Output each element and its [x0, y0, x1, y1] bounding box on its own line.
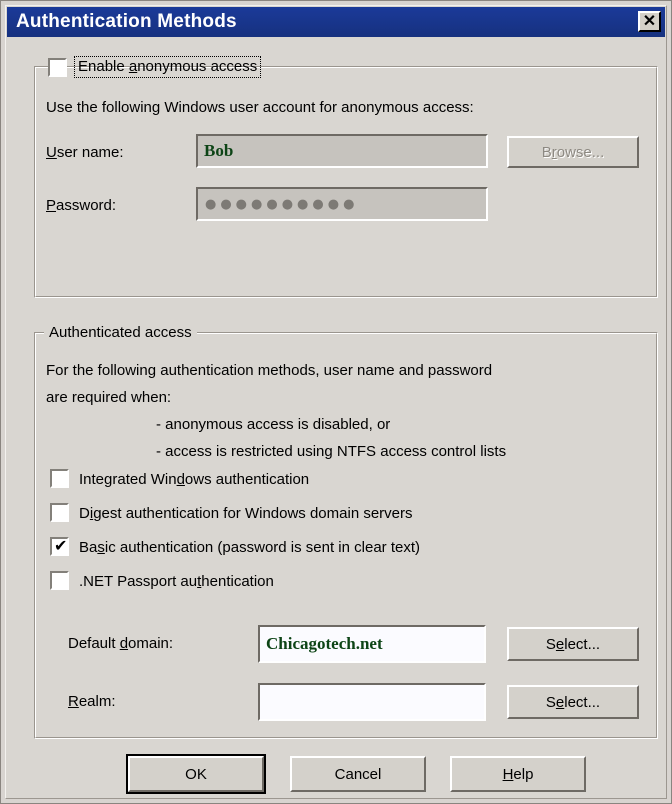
- user-name-value: Bob: [204, 141, 234, 160]
- help-label-accel: H: [502, 765, 514, 783]
- label-part-post: hentication: [201, 573, 274, 590]
- select-realm-button[interactable]: Se lect...: [507, 685, 639, 719]
- basic-authentication-checkbox[interactable]: ✔: [50, 536, 69, 556]
- password-field[interactable]: ●●●●●●●●●●: [196, 187, 488, 221]
- cancel-label: Cancel: [334, 765, 382, 783]
- label-part-post: gest authentication for Windows domain s…: [93, 505, 413, 522]
- label-accel-char: d: [119, 635, 129, 652]
- authenticated-intro-line-2: are required when:: [46, 389, 172, 406]
- checkmark-icon: ✔: [54, 536, 68, 555]
- select-label-pre: S: [545, 693, 556, 711]
- integrated-windows-authentication-checkbox[interactable]: [50, 469, 69, 488]
- realm-label: Realm:: [68, 694, 116, 709]
- authenticated-access-legend: Authenticated access: [44, 325, 197, 340]
- label-part-post: omain:: [128, 635, 174, 652]
- realm-field[interactable]: [258, 683, 486, 721]
- user-name-field[interactable]: Bob: [196, 134, 488, 168]
- ok-button[interactable]: OK: [126, 754, 266, 794]
- enable-anonymous-access-checkbox[interactable]: [48, 58, 67, 77]
- help-label-post: elp: [513, 765, 534, 783]
- label-accel-char: s: [97, 539, 105, 556]
- select-label-accel: e: [555, 635, 565, 653]
- select-label-accel: e: [555, 693, 565, 711]
- default-domain-label: Default domain:: [68, 636, 173, 651]
- label-accel-char: d: [176, 471, 185, 488]
- user-name-label: User name:: [46, 144, 124, 161]
- label-part-pre: Integrated Win: [79, 471, 177, 488]
- label-part-pre: Enable: [78, 58, 129, 75]
- browse-label-post: owse...: [556, 143, 605, 161]
- basic-authentication-label[interactable]: Basic authentication (password is sent i…: [79, 540, 420, 555]
- select-label-post: lect...: [564, 693, 601, 711]
- default-domain-value: Chicagotech.net: [266, 634, 383, 653]
- label-part-post: ealm:: [78, 693, 116, 710]
- window-title: Authentication Methods: [16, 11, 237, 32]
- dialog-client-area: Authentication Methods ✕ Enable anonymou…: [5, 5, 667, 799]
- authenticated-bullet-2: - access is restricted using NTFS access…: [156, 443, 507, 460]
- help-button[interactable]: Help: [450, 756, 586, 792]
- title-bar[interactable]: Authentication Methods ✕: [7, 7, 665, 37]
- browse-button[interactable]: Br owse...: [507, 136, 639, 168]
- enable-anonymous-access-label[interactable]: Enable anonymous access: [74, 56, 262, 78]
- label-part-pre: .NET Passport au: [79, 573, 198, 590]
- digest-authentication-label[interactable]: Digest authentication for Windows domain…: [79, 506, 413, 521]
- label-part-post: nonymous access: [137, 58, 258, 75]
- select-default-domain-button[interactable]: Se lect...: [507, 627, 639, 661]
- label-part-post: ows authentication: [184, 471, 310, 488]
- authenticated-bullet-1: - anonymous access is disabled, or: [156, 416, 391, 433]
- cancel-button[interactable]: Cancel: [290, 756, 426, 792]
- label-part-pre: Default: [68, 635, 120, 652]
- authentication-methods-dialog: Authentication Methods ✕ Enable anonymou…: [0, 0, 672, 804]
- close-icon: ✕: [642, 12, 657, 30]
- integrated-windows-authentication-label[interactable]: Integrated Windows authentication: [79, 472, 309, 487]
- label-part-pre: Ba: [79, 539, 98, 556]
- digest-authentication-checkbox[interactable]: [50, 503, 69, 522]
- anonymous-description: Use the following Windows user account f…: [46, 99, 474, 116]
- label-accel-char: a: [128, 58, 138, 75]
- label-part-post: ic authentication (password is sent in c…: [104, 539, 421, 556]
- close-button[interactable]: ✕: [638, 11, 661, 32]
- label-accel-char: R: [68, 693, 79, 710]
- net-passport-authentication-checkbox[interactable]: [50, 571, 69, 590]
- net-passport-authentication-label[interactable]: .NET Passport authentication: [79, 574, 274, 589]
- password-label: Password:: [46, 197, 117, 214]
- default-domain-field[interactable]: Chicagotech.net: [258, 625, 486, 663]
- select-label-pre: S: [545, 635, 556, 653]
- password-masked-value: ●●●●●●●●●●: [205, 196, 359, 212]
- select-label-post: lect...: [564, 635, 601, 653]
- label-part-pre: D: [79, 505, 90, 522]
- authenticated-intro-line-1: For the following authentication methods…: [46, 362, 493, 379]
- browse-label-pre: B: [541, 143, 552, 161]
- ok-label: OK: [185, 765, 207, 783]
